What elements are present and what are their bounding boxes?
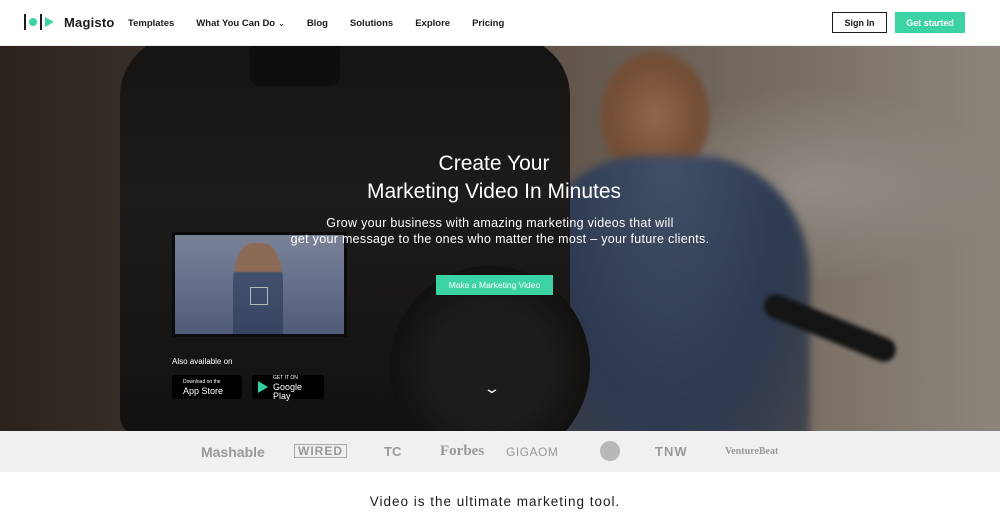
scroll-down-chevron-icon[interactable]: ⌄ bbox=[483, 380, 501, 397]
circle-press-logo bbox=[600, 441, 620, 461]
app-store-badge[interactable]: Download on the App Store bbox=[172, 375, 242, 399]
press-logos-bar: Mashable WIRED TC Forbes GIGAOM TNW Vent… bbox=[0, 431, 1000, 472]
nav-blog[interactable]: Blog bbox=[307, 18, 328, 29]
tnw-logo: TNW bbox=[655, 444, 688, 459]
nav-explore[interactable]: Explore bbox=[415, 18, 450, 29]
also-available-label: Also available on bbox=[172, 357, 233, 366]
hero-subtitle: Grow your business with amazing marketin… bbox=[0, 215, 1000, 247]
app-store-big-text: App Store bbox=[183, 386, 224, 396]
magisto-logo[interactable]: Magisto bbox=[24, 14, 115, 30]
brand-name: Magisto bbox=[64, 14, 115, 30]
hero-title: Create Your Marketing Video In Minutes bbox=[0, 150, 988, 206]
sign-in-button[interactable]: Sign In bbox=[832, 12, 887, 33]
nav-what-you-can-do-label: What You Can Do bbox=[196, 17, 276, 29]
hero-section: Create Your Marketing Video In Minutes G… bbox=[0, 46, 1000, 431]
make-marketing-video-button[interactable]: Make a Marketing Video bbox=[436, 275, 553, 295]
hero-title-line1: Create Your bbox=[438, 152, 550, 175]
section-heading: Video is the ultimate marketing tool. bbox=[369, 494, 621, 509]
gigaom-logo: GIGAOM bbox=[506, 444, 559, 459]
nav-pricing[interactable]: Pricing bbox=[472, 18, 504, 29]
hero-subtitle-line2: get your message to the ones who matter … bbox=[290, 232, 710, 246]
magisto-logo-icon bbox=[24, 14, 54, 30]
forbes-logo: Forbes bbox=[440, 443, 485, 459]
chevron-down-icon: ⌄ bbox=[278, 18, 285, 28]
hero-title-line2: Marketing Video In Minutes bbox=[366, 180, 622, 203]
venturebeat-logo: VentureBeat bbox=[725, 446, 779, 457]
app-store-text: Download on the App Store bbox=[183, 378, 223, 396]
get-started-button[interactable]: Get started bbox=[895, 12, 965, 33]
google-play-icon bbox=[258, 381, 268, 393]
nav-solutions[interactable]: Solutions bbox=[350, 18, 393, 29]
main-menu: Templates What You Can Do ⌄ Blog Solution… bbox=[128, 0, 526, 46]
nav-templates[interactable]: Templates bbox=[128, 18, 174, 29]
google-play-text: GET IT ON Google Play bbox=[273, 374, 318, 401]
nav-what-you-can-do[interactable]: What You Can Do ⌄ bbox=[196, 18, 285, 29]
hero-subtitle-line1: Grow your business with amazing marketin… bbox=[326, 216, 674, 230]
techcrunch-logo: TC bbox=[384, 444, 402, 459]
google-play-badge[interactable]: GET IT ON Google Play bbox=[252, 374, 324, 401]
top-nav: Magisto Templates What You Can Do ⌄ Blog … bbox=[0, 0, 1000, 46]
wired-logo: WIRED bbox=[294, 444, 347, 458]
google-play-big-text: Google Play bbox=[273, 381, 303, 401]
mashable-logo: Mashable bbox=[201, 443, 265, 460]
